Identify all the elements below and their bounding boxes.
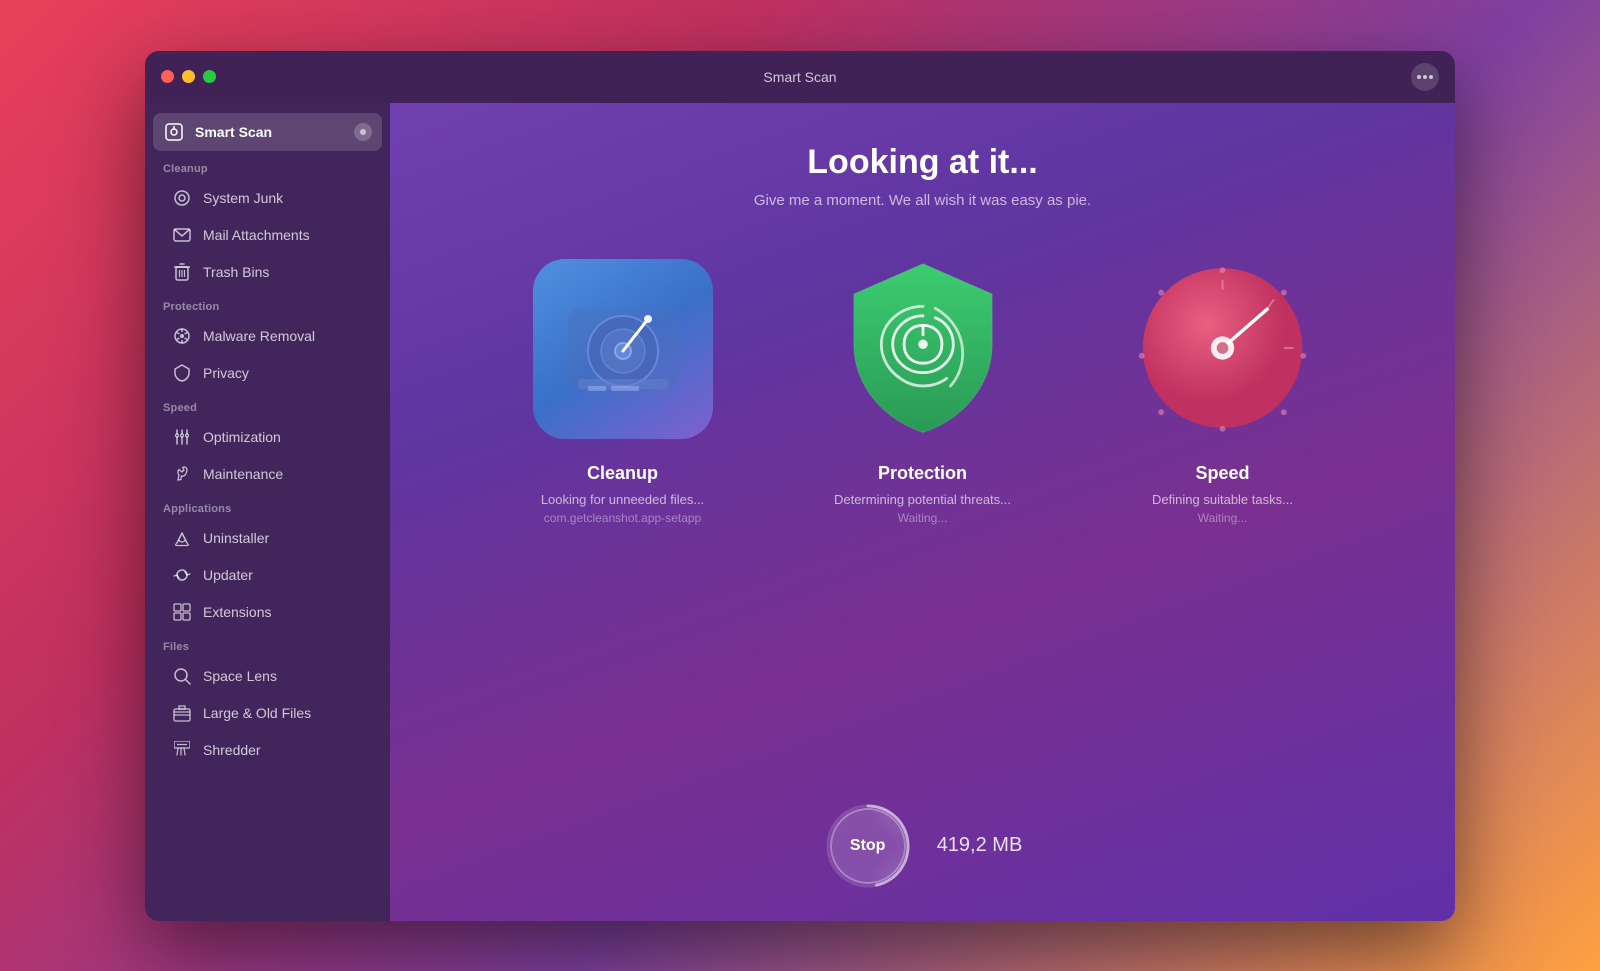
updater-label: Updater	[203, 567, 253, 583]
sidebar-item-large-old-files[interactable]: Large & Old Files	[153, 695, 382, 731]
card-cleanup: Cleanup Looking for unneeded files... co…	[493, 259, 753, 525]
updater-icon	[171, 564, 193, 586]
cards-row: Cleanup Looking for unneeded files... co…	[493, 259, 1353, 525]
trash-bins-label: Trash Bins	[203, 264, 269, 280]
large-old-files-label: Large & Old Files	[203, 705, 311, 721]
sidebar-item-maintenance[interactable]: Maintenance	[153, 456, 382, 492]
maintenance-label: Maintenance	[203, 466, 283, 482]
speed-status: Defining suitable tasks...	[1152, 492, 1293, 507]
trash-bins-icon	[171, 261, 193, 283]
malware-removal-icon	[171, 325, 193, 347]
protection-status: Determining potential threats...	[834, 492, 1011, 507]
sidebar-item-mail-attachments[interactable]: Mail Attachments	[153, 217, 382, 253]
maximize-button[interactable]	[203, 70, 216, 83]
malware-removal-label: Malware Removal	[203, 328, 315, 344]
protection-file: Waiting...	[898, 511, 948, 525]
shredder-icon	[171, 739, 193, 761]
sidebar-item-optimization[interactable]: Optimization	[153, 419, 382, 455]
sidebar-item-uninstaller[interactable]: Uninstaller	[153, 520, 382, 556]
optimization-icon	[171, 426, 193, 448]
cleanup-title: Cleanup	[587, 463, 658, 484]
scan-size: 419,2 MB	[937, 834, 1023, 857]
title-bar: Smart Scan	[145, 51, 1455, 103]
settings-button[interactable]	[1411, 63, 1439, 91]
sidebar-item-privacy[interactable]: Privacy	[153, 355, 382, 391]
protection-card-icon	[833, 259, 1013, 439]
stop-area: Stop 419,2 MB	[823, 801, 1023, 891]
sidebar-item-space-lens[interactable]: Space Lens	[153, 658, 382, 694]
uninstaller-label: Uninstaller	[203, 530, 269, 546]
space-lens-icon	[171, 665, 193, 687]
mail-attachments-label: Mail Attachments	[203, 227, 310, 243]
section-cleanup: Cleanup	[145, 153, 390, 179]
speed-title: Speed	[1195, 463, 1249, 484]
card-speed: Speed Defining suitable tasks... Waiting…	[1093, 259, 1353, 525]
close-button[interactable]	[161, 70, 174, 83]
section-applications: Applications	[145, 493, 390, 519]
sidebar-item-shredder[interactable]: Shredder	[153, 732, 382, 768]
speed-card-icon	[1133, 259, 1313, 439]
section-speed: Speed	[145, 392, 390, 418]
section-protection: Protection	[145, 291, 390, 317]
stop-button[interactable]: Stop	[830, 808, 906, 884]
app-window: Smart Scan Smart Scan	[145, 51, 1455, 921]
sidebar-item-malware-removal[interactable]: Malware Removal	[153, 318, 382, 354]
protection-title: Protection	[878, 463, 967, 484]
uninstaller-icon	[171, 527, 193, 549]
cleanup-file: com.getcleanshot.app-setapp	[544, 511, 701, 525]
sidebar-item-system-junk[interactable]: System Junk	[153, 180, 382, 216]
large-old-files-icon	[171, 702, 193, 724]
window-body: Smart Scan Cleanup System Junk	[145, 103, 1455, 921]
smart-scan-label: Smart Scan	[195, 124, 272, 140]
privacy-icon	[171, 362, 193, 384]
main-title: Looking at it...	[807, 143, 1037, 182]
window-title: Smart Scan	[763, 69, 836, 85]
card-protection: Protection Determining potential threats…	[793, 259, 1053, 525]
main-content: Looking at it... Give me a moment. We al…	[390, 103, 1455, 921]
cleanup-card-icon	[533, 259, 713, 439]
minimize-button[interactable]	[182, 70, 195, 83]
cleanup-status: Looking for unneeded files...	[541, 492, 704, 507]
main-subtitle: Give me a moment. We all wish it was eas…	[754, 192, 1091, 209]
system-junk-icon	[171, 187, 193, 209]
system-junk-label: System Junk	[203, 190, 283, 206]
extensions-label: Extensions	[203, 604, 271, 620]
sidebar-item-extensions[interactable]: Extensions	[153, 594, 382, 630]
shredder-label: Shredder	[203, 742, 261, 758]
sidebar: Smart Scan Cleanup System Junk	[145, 103, 390, 921]
sidebar-item-updater[interactable]: Updater	[153, 557, 382, 593]
sidebar-item-smart-scan[interactable]: Smart Scan	[153, 113, 382, 151]
section-files: Files	[145, 631, 390, 657]
smart-scan-icon	[163, 121, 185, 143]
sidebar-item-trash-bins[interactable]: Trash Bins	[153, 254, 382, 290]
mail-attachments-icon	[171, 224, 193, 246]
smart-scan-badge	[354, 123, 372, 141]
maintenance-icon	[171, 463, 193, 485]
stop-button-wrapper: Stop	[823, 801, 913, 891]
optimization-label: Optimization	[203, 429, 281, 445]
traffic-lights	[161, 70, 216, 83]
space-lens-label: Space Lens	[203, 668, 277, 684]
privacy-label: Privacy	[203, 365, 249, 381]
extensions-icon	[171, 601, 193, 623]
speed-file: Waiting...	[1198, 511, 1248, 525]
